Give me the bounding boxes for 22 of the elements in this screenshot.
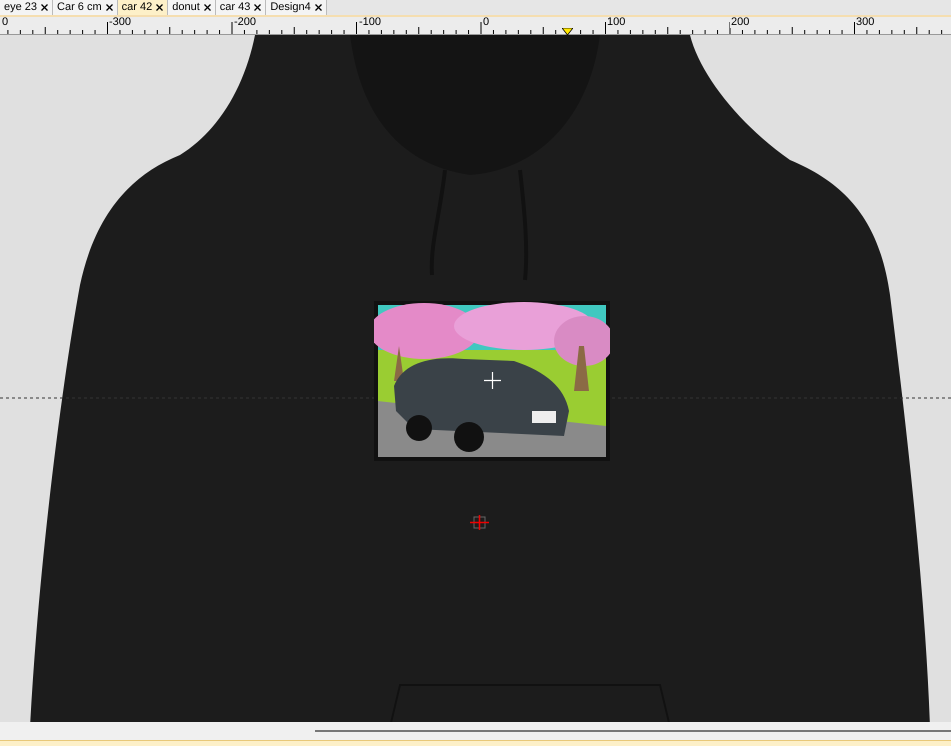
- ruler-label: -100: [358, 17, 382, 28]
- close-icon[interactable]: [314, 4, 322, 11]
- document-tab[interactable]: car 43: [216, 0, 266, 15]
- document-tab[interactable]: donut: [168, 0, 216, 15]
- ruler-label: 100: [606, 17, 626, 28]
- close-icon[interactable]: [41, 4, 48, 11]
- ruler-label: -200: [233, 17, 258, 28]
- document-tab[interactable]: car 42: [118, 0, 168, 15]
- ruler-label: 0: [482, 17, 490, 28]
- ruler-label: 200: [730, 17, 750, 28]
- document-tab[interactable]: Car 6 cm: [53, 0, 118, 15]
- ruler-label: 0: [1, 17, 10, 28]
- close-icon[interactable]: [156, 4, 164, 11]
- document-tab[interactable]: Design4: [266, 0, 327, 15]
- close-icon[interactable]: [106, 4, 113, 11]
- crosshair-cursor-icon: [484, 372, 501, 389]
- ruler-label: -300: [108, 17, 132, 28]
- center-mark-icon: [470, 515, 489, 530]
- ruler-label: 300: [855, 17, 876, 28]
- close-icon[interactable]: [204, 4, 211, 11]
- close-icon[interactable]: [254, 4, 262, 11]
- document-tab[interactable]: eye 23: [0, 0, 54, 15]
